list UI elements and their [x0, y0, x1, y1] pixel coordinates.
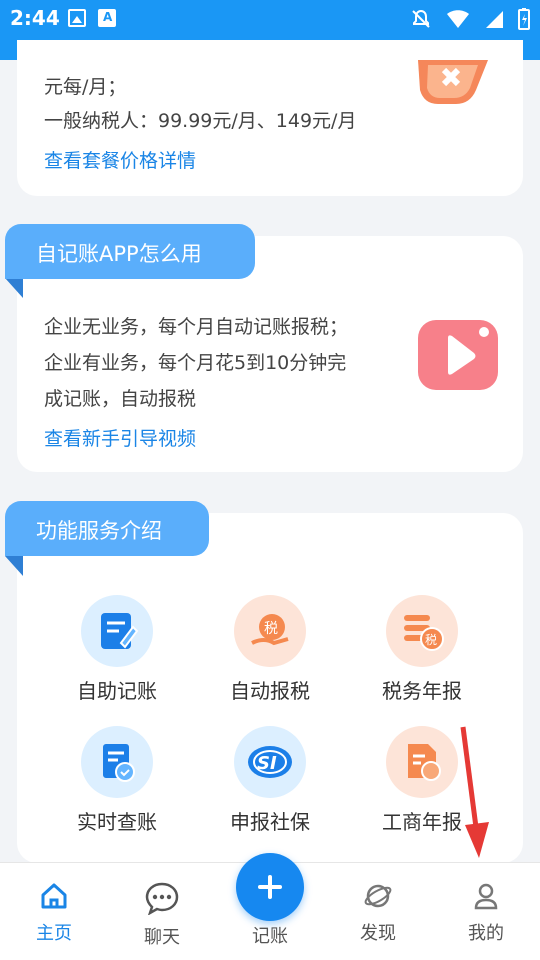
signal-icon	[486, 11, 503, 28]
realtime-audit-icon	[81, 726, 153, 798]
bookkeeping-icon	[81, 595, 153, 667]
planet-icon	[364, 884, 392, 908]
nav-item-discover[interactable]: 发现	[338, 881, 418, 945]
svg-text:税: 税	[425, 633, 437, 647]
feature-tax-filing[interactable]: 税 自动报税	[205, 595, 335, 704]
red-arrow-annotation	[460, 726, 489, 858]
tax-annual-report-icon: 税	[386, 595, 458, 667]
feature-label: 自助记账	[77, 679, 157, 703]
nav-label-home: 主页	[36, 923, 72, 944]
nav-label-me: 我的	[468, 923, 504, 944]
features-title: 功能服务介绍	[5, 501, 209, 556]
play-video-icon[interactable]	[418, 320, 498, 390]
feature-label: 申报社保	[230, 810, 310, 834]
coupon-icon	[418, 60, 488, 104]
svg-text:SI: SI	[257, 753, 277, 774]
battery-icon	[518, 8, 530, 30]
feature-tax-annual-report[interactable]: 税 税务年报	[357, 595, 487, 704]
guide-line-1: 企业无业务，每个月自动记账报税；	[44, 316, 349, 338]
business-annual-report-icon	[386, 726, 458, 798]
image-notification-icon	[68, 9, 86, 27]
guide-line-2: 企业有业务，每个月花5到10分钟完	[44, 352, 347, 374]
pricing-line-2: 一般纳税人：99.99元/月、149元/月	[44, 110, 357, 132]
feature-label: 自动报税	[230, 679, 310, 703]
nav-label-chat: 聊天	[144, 927, 180, 948]
feature-label: 实时查账	[77, 810, 157, 834]
nav-label-discover: 发现	[360, 923, 396, 944]
mute-bell-icon	[412, 9, 430, 28]
social-security-icon: SI	[234, 726, 306, 798]
nav-item-chat[interactable]: 聊天	[122, 881, 202, 949]
guide-title: 自记账APP怎么用	[5, 224, 255, 279]
app-notification-icon	[98, 9, 116, 27]
feature-social-security[interactable]: SI 申报社保	[205, 726, 335, 835]
nav-item-home[interactable]: 主页	[14, 881, 94, 945]
status-time: 2:44	[10, 6, 60, 30]
price-details-link[interactable]: 查看套餐价格详情	[44, 146, 196, 173]
nav-item-me[interactable]: 我的	[446, 881, 526, 945]
chat-icon	[145, 882, 179, 916]
add-record-button[interactable]	[236, 853, 304, 921]
feature-realtime-audit[interactable]: 实时查账	[52, 726, 182, 835]
wifi-icon	[447, 10, 469, 28]
tax-filing-icon: 税	[234, 595, 306, 667]
home-icon	[41, 883, 67, 909]
guide-line-3: 成记账，自动报税	[44, 388, 197, 410]
user-icon	[474, 883, 498, 910]
svg-text:税: 税	[264, 621, 278, 637]
nav-label-record: 记账	[252, 926, 288, 947]
pricing-line-1: 元每/月；	[44, 76, 127, 98]
guide-video-link[interactable]: 查看新手引导视频	[44, 424, 196, 451]
feature-bookkeeping[interactable]: 自助记账	[52, 595, 182, 704]
feature-label: 税务年报	[382, 679, 462, 703]
